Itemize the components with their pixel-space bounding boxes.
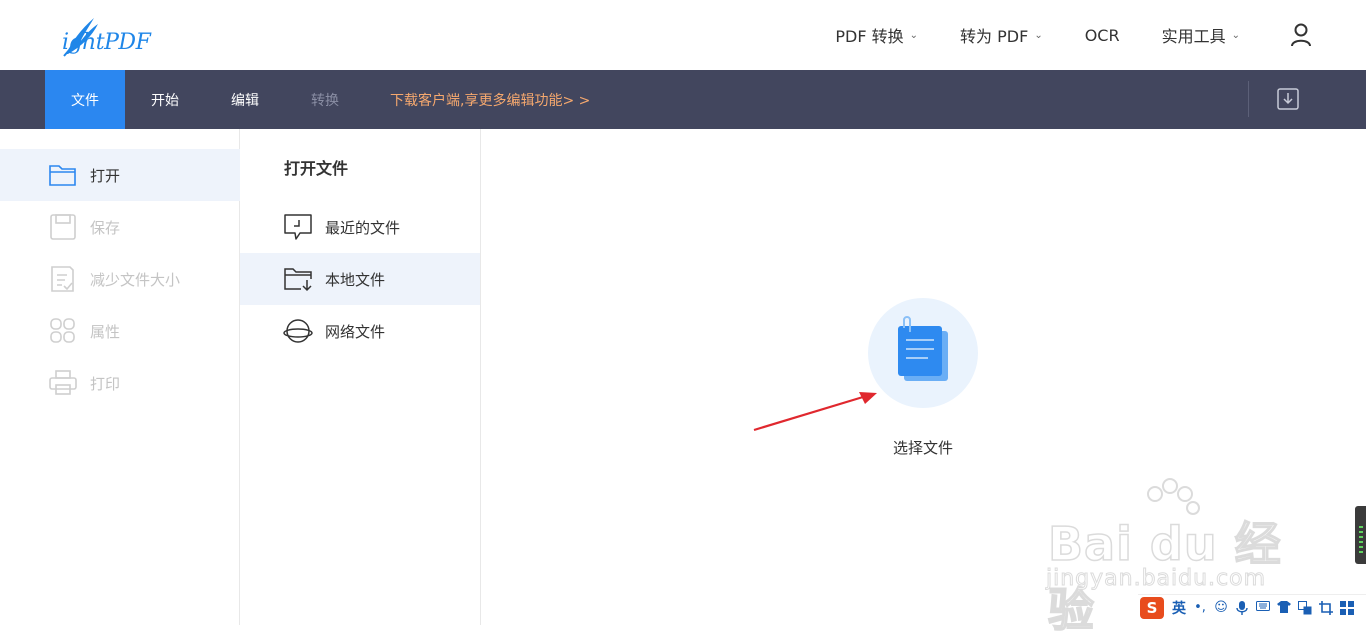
open-file-panel: 打开文件 最近的文件 本地文件 网络文件 <box>240 129 481 625</box>
tab-file[interactable]: 文件 <box>45 70 125 129</box>
tab-label: 编辑 <box>231 92 259 109</box>
nav-label: 实用工具 <box>1161 27 1226 46</box>
tab-start[interactable]: 开始 <box>125 70 205 129</box>
chevron-down-icon: ⌄ <box>1231 29 1240 41</box>
chevron-down-icon: ⌄ <box>1034 29 1043 41</box>
sub-item-label: 网络文件 <box>325 322 386 341</box>
sogou-logo[interactable]: S <box>1140 596 1164 619</box>
user-icon[interactable] <box>1290 23 1312 47</box>
menu-item-properties[interactable]: 属性 <box>0 305 240 357</box>
emoji-icon[interactable]: ☺ <box>1214 600 1228 615</box>
document-icon <box>898 316 948 381</box>
top-bar: ightPDF PDF 转换 ⌄ 转为 PDF ⌄ OCR 实用工具 ⌄ <box>0 0 1366 70</box>
menu-item-label: 保存 <box>90 218 121 237</box>
microphone-icon[interactable] <box>1235 600 1249 615</box>
menu-item-print[interactable]: 打印 <box>0 357 240 409</box>
menu-item-compress[interactable]: 减少文件大小 <box>0 253 240 305</box>
save-icon <box>50 214 76 240</box>
menu-item-label: 打开 <box>90 166 121 185</box>
open-network-files[interactable]: 网络文件 <box>240 305 480 357</box>
grid-menu-icon[interactable] <box>1340 600 1354 615</box>
nav-label: PDF 转换 <box>835 27 904 46</box>
panel-title: 打开文件 <box>284 159 349 178</box>
choose-file-button[interactable] <box>868 298 978 408</box>
toolbar-divider <box>1248 81 1249 117</box>
menu-item-label: 打印 <box>90 374 121 393</box>
tab-convert[interactable]: 转换 <box>285 70 365 129</box>
logo-text: ightPDF <box>62 30 151 55</box>
compress-icon <box>51 266 74 292</box>
menu-item-open[interactable]: 打开 <box>0 149 240 201</box>
tab-label: 文件 <box>71 92 99 109</box>
download-icon[interactable] <box>1276 87 1300 111</box>
nav-ocr[interactable]: OCR <box>1085 26 1120 45</box>
top-nav: PDF 转换 ⌄ 转为 PDF ⌄ OCR 实用工具 ⌄ <box>835 0 1366 70</box>
local-folder-icon <box>284 268 312 292</box>
menu-item-save[interactable]: 保存 <box>0 201 240 253</box>
nav-pdf-convert[interactable]: PDF 转换 ⌄ <box>835 23 918 47</box>
nav-to-pdf[interactable]: 转为 PDF ⌄ <box>960 23 1043 47</box>
menu-item-label: 减少文件大小 <box>90 270 181 289</box>
recent-icon <box>284 214 312 240</box>
skin-icon[interactable] <box>1277 600 1291 615</box>
ime-mode-toggle[interactable]: 英 <box>1172 598 1186 618</box>
red-arrow-annotation <box>753 392 877 432</box>
nav-label: 转为 PDF <box>960 27 1029 46</box>
menu-item-label: 属性 <box>90 322 121 341</box>
sub-item-label: 本地文件 <box>325 270 386 289</box>
properties-icon <box>50 318 75 343</box>
nav-tools[interactable]: 实用工具 ⌄ <box>1162 23 1240 47</box>
ime-toolbar: S 英 •, ☺ <box>1138 594 1366 620</box>
choose-file-label[interactable]: 选择文件 <box>868 437 978 458</box>
tab-edit[interactable]: 编辑 <box>205 70 285 129</box>
open-recent-files[interactable]: 最近的文件 <box>240 201 480 253</box>
planet-icon <box>283 319 313 343</box>
toolbar: 文件 开始 编辑 转换 下载客户端,享更多编辑功能> > <box>0 70 1366 129</box>
chevron-down-icon: ⌄ <box>909 29 919 41</box>
folder-icon <box>49 165 76 186</box>
printer-icon <box>49 370 77 395</box>
crop-icon[interactable] <box>1319 600 1333 615</box>
keyboard-icon[interactable] <box>1256 600 1270 615</box>
lightpdf-logo[interactable]: ightPDF <box>58 12 158 60</box>
download-client-promo-link[interactable]: 下载客户端,享更多编辑功能> > <box>390 70 590 129</box>
baidu-jingyan-watermark: Bai du 经验 jingyan.baidu.com <box>1040 478 1300 638</box>
tab-label: 开始 <box>151 92 179 109</box>
file-menu-sidebar: 打开 保存 减少文件大小 属性 打印 <box>0 129 240 625</box>
sub-item-label: 最近的文件 <box>325 218 401 237</box>
nav-label: OCR <box>1084 25 1120 45</box>
open-local-files[interactable]: 本地文件 <box>240 253 480 305</box>
watermark-line2: jingyan.baidu.com <box>1045 566 1267 592</box>
side-meter-widget[interactable] <box>1355 506 1366 564</box>
punctuation-icon[interactable]: •, <box>1193 600 1207 615</box>
tab-label: 转换 <box>311 92 339 109</box>
translate-icon[interactable] <box>1298 600 1312 615</box>
